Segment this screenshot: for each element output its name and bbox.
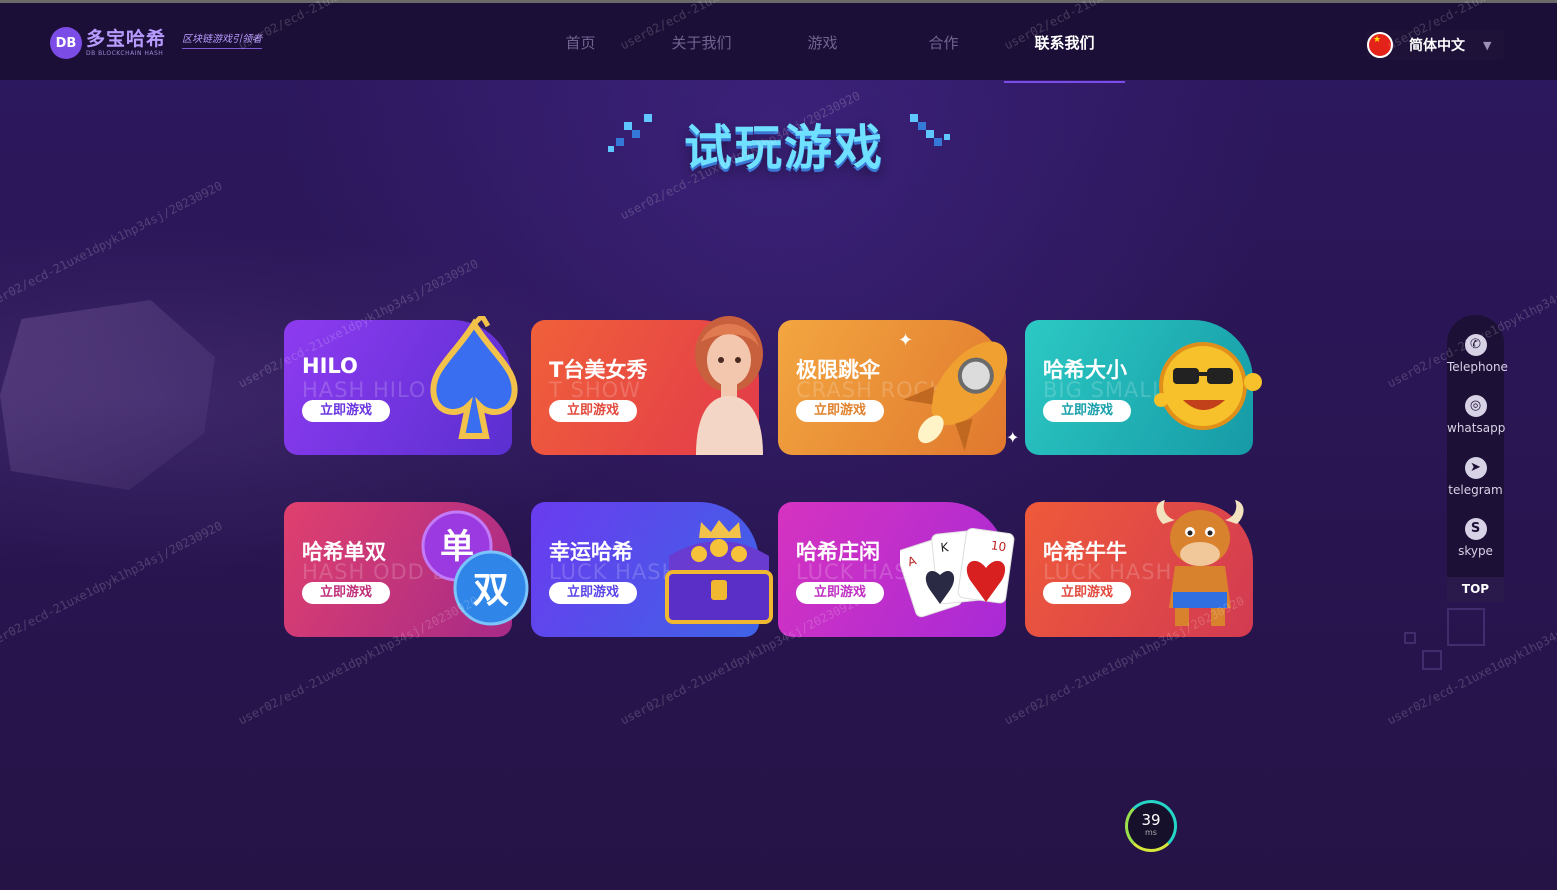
emoji-sunglasses-icon xyxy=(1154,342,1262,430)
pixel-decor-icon xyxy=(624,122,632,130)
ping-value: 39 xyxy=(1141,811,1161,829)
treasure-chest-icon xyxy=(665,520,773,624)
skype-icon: S xyxy=(1464,518,1487,540)
game-name: 哈希牛牛 xyxy=(1043,540,1127,564)
language-selector[interactable]: 简体中文 ▼ xyxy=(1366,30,1504,60)
nav-item-home[interactable]: 首页 xyxy=(520,3,641,83)
brand-name: 多宝哈希 xyxy=(86,28,167,50)
playing-cards-icon: A K 10 xyxy=(900,527,1015,618)
pixel-decor-icon xyxy=(616,138,624,146)
pixel-decor-icon xyxy=(944,134,950,140)
sidebar-item-telephone[interactable]: ✆ Telephone xyxy=(1447,334,1508,374)
play-now-button[interactable]: 立即游戏 xyxy=(302,582,390,604)
woman-avatar xyxy=(695,316,763,455)
decorative-square xyxy=(1404,632,1416,644)
pixel-decor-icon xyxy=(608,146,614,152)
game-english-name: HASH HILO xyxy=(302,378,427,402)
pixel-decor-icon xyxy=(910,114,918,122)
language-label: 简体中文 xyxy=(1409,38,1465,54)
spade-icon xyxy=(430,316,518,439)
odd-even-icon: 单 双 xyxy=(421,510,529,626)
pixel-decor-icon xyxy=(644,114,652,122)
pixel-decor-icon xyxy=(918,122,926,130)
pixel-decor-icon xyxy=(934,138,942,146)
main-nav: 首页 关于我们 游戏 合作 联系我们 xyxy=(520,3,1125,83)
sparkle-icon: ✦ xyxy=(1006,428,1020,447)
game-card[interactable]: CRASH ROCKET 极限跳伞 立即游戏 ✦ ✦ xyxy=(778,320,1019,455)
logo-mark-icon: DB xyxy=(50,27,82,59)
game-card[interactable]: HASH HILO HILO 立即游戏 xyxy=(284,316,518,455)
pixel-decor-icon xyxy=(632,130,640,138)
game-card[interactable]: HASH ODD EVEN 哈希单双 立即游戏 单 双 xyxy=(284,502,529,637)
game-name: HILO xyxy=(302,354,358,378)
game-name: 哈希庄闲 xyxy=(796,540,880,564)
sidebar-label: Telephone xyxy=(1447,360,1508,374)
phone-icon: ✆ xyxy=(1464,334,1487,356)
brand-subtitle: DB BLOCKCHAIN HASH xyxy=(86,50,164,57)
game-card[interactable]: LUCK HASH 哈希庄闲 立即游戏 A K 10 xyxy=(778,502,1015,637)
sparkle-icon: ✦ xyxy=(898,330,914,351)
pixel-decor-icon xyxy=(926,130,934,138)
game-name: T台美女秀 xyxy=(549,358,648,382)
game-card[interactable]: T SHOW T台美女秀 立即游戏 xyxy=(531,316,763,455)
play-now-button[interactable]: 立即游戏 xyxy=(302,400,390,422)
top-bar: DB 多宝哈希 DB BLOCKCHAIN HASH 区块链游戏引领者 首页 关… xyxy=(0,0,1557,83)
ping-indicator: 39 ms xyxy=(1125,800,1177,852)
sidebar-item-whatsapp[interactable]: ◎ whatsapp xyxy=(1447,395,1506,435)
game-card[interactable]: LUCK HASH 哈希牛牛 立即游戏 xyxy=(1025,500,1253,637)
decorative-square xyxy=(1422,650,1442,670)
sidebar-item-telegram[interactable]: ➤ telegram xyxy=(1447,457,1504,497)
play-now-button[interactable]: 立即游戏 xyxy=(549,582,637,604)
nav-item-about[interactable]: 关于我们 xyxy=(641,3,762,83)
telegram-icon: ➤ xyxy=(1464,457,1487,479)
ping-unit: ms xyxy=(1145,828,1157,837)
logo-text: 多宝哈希 DB BLOCKCHAIN HASH xyxy=(86,29,166,57)
brand-slogan: 区块链游戏引领者 xyxy=(182,30,263,49)
sidebar-label: whatsapp xyxy=(1447,421,1506,435)
game-name: 哈希单双 xyxy=(302,540,386,564)
card-label: 10 xyxy=(990,538,1007,554)
play-now-button[interactable]: 立即游戏 xyxy=(549,400,637,422)
decorative-square xyxy=(1447,608,1485,646)
chevron-down-icon: ▼ xyxy=(1483,38,1492,52)
even-glyph: 双 xyxy=(473,570,509,611)
section-title-wrap: 试玩游戏 xyxy=(600,108,960,178)
back-to-top-button[interactable]: TOP xyxy=(1447,577,1504,602)
whatsapp-icon: ◎ xyxy=(1464,395,1487,417)
play-now-button[interactable]: 立即游戏 xyxy=(796,400,884,422)
contact-sidebar: ✆ Telephone ◎ whatsapp ➤ telegram S skyp… xyxy=(1447,315,1508,602)
odd-glyph: 单 xyxy=(440,527,474,567)
sidebar-label: telegram xyxy=(1448,483,1503,497)
nav-item-cooperation[interactable]: 合作 xyxy=(883,3,1004,83)
play-now-button[interactable]: 立即游戏 xyxy=(1043,400,1131,422)
nav-item-contact[interactable]: 联系我们 xyxy=(1004,3,1125,83)
play-now-button[interactable]: 立即游戏 xyxy=(796,582,884,604)
game-name: 幸运哈希 xyxy=(549,540,633,564)
game-name: 极限跳伞 xyxy=(796,358,880,382)
game-name: 哈希大小 xyxy=(1043,358,1127,382)
nav-item-games[interactable]: 游戏 xyxy=(762,3,883,83)
game-card[interactable]: LUCK HASH 幸运哈希 立即游戏 xyxy=(531,502,773,637)
game-card[interactable]: BIG SMALL 哈希大小 立即游戏 xyxy=(1025,320,1262,455)
brand-logo[interactable]: DB 多宝哈希 DB BLOCKCHAIN HASH 区块链游戏引领者 xyxy=(50,27,263,59)
bull-mascot-icon xyxy=(1156,500,1244,626)
play-now-button[interactable]: 立即游戏 xyxy=(1043,582,1131,604)
sidebar-item-skype[interactable]: S skype xyxy=(1447,518,1504,558)
china-flag-icon xyxy=(1367,32,1393,58)
section-title: 试玩游戏 xyxy=(684,120,885,176)
sidebar-label: skype xyxy=(1458,544,1493,558)
